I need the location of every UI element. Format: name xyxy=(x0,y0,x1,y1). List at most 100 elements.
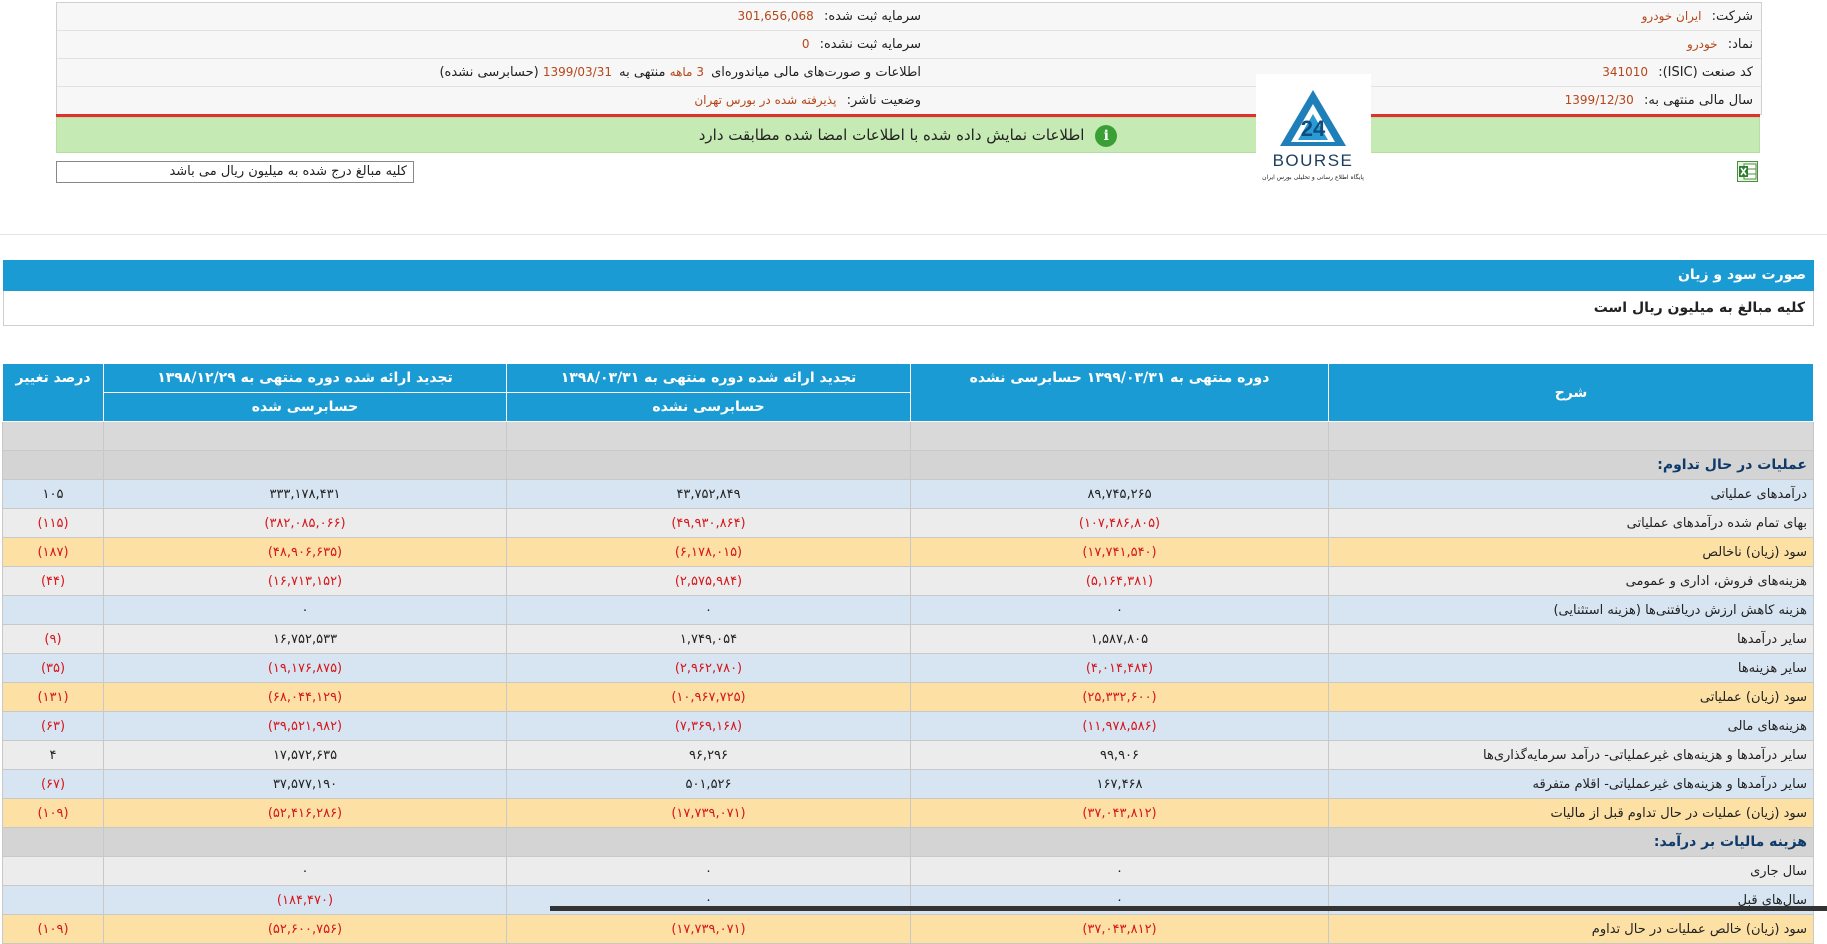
company-label: شرکت: xyxy=(1711,9,1753,24)
row-c3-value: ۰ xyxy=(103,595,507,625)
table-row: بهای تمام شده درآمدهای عملیاتی (۱۰۷,۴۸۶,۸… xyxy=(2,508,1814,538)
row-c3-value xyxy=(103,421,507,451)
verification-notice-text: اطلاعات نمایش داده شده با اطلاعات امضا ش… xyxy=(698,126,1085,144)
row-c1-value: ۹۹,۹۰۶ xyxy=(910,740,1329,770)
row-c2-value xyxy=(506,421,911,451)
unregistered-capital-value: 0 xyxy=(801,37,810,51)
row-c3-value: (۳۸۲,۰۸۵,۰۶۶) xyxy=(103,508,507,538)
table-row: سایر درآمدها ۱,۵۸۷,۸۰۵ ۱,۷۴۹,۰۵۴ ۱۶,۷۵۲,۵۳۳… xyxy=(2,624,1814,654)
report-date: 1399/03/31 xyxy=(542,65,612,79)
symbol-value: خودرو xyxy=(1687,37,1718,51)
info-row-company: شرکت: ایران خودرو سرمایه ثبت شده: 301,65… xyxy=(57,3,1761,31)
row-c3-value: ۱۷,۵۷۲,۶۳۵ xyxy=(103,740,507,770)
row-pct-value: (۱۸۷) xyxy=(2,537,104,567)
amounts-unit-note: کلیه مبالغ درج شده به میلیون ریال می باش… xyxy=(56,161,414,183)
report-status: (حسابرسی نشده) xyxy=(439,65,539,80)
table-row: سود (زیان) خالص عملیات در حال تداوم (۳۷,۰… xyxy=(2,914,1814,944)
row-description: هزینه مالیات بر درآمد: xyxy=(1328,827,1814,857)
info-row-isic: کد صنعت (ISIC): 341010 اطلاعات و صورت‌ها… xyxy=(57,59,1761,87)
bourse-logo: 24 BOURSE پایگاه اطلاع رسانی و تحلیلی بو… xyxy=(1256,74,1371,184)
row-c3-value: (۴۸,۹۰۶,۶۳۵) xyxy=(103,537,507,567)
bottom-border xyxy=(550,906,1827,911)
row-c1-value xyxy=(910,421,1329,451)
row-c1-value: ۰ xyxy=(910,856,1329,886)
row-c3-value: (۵۲,۴۱۶,۲۸۶) xyxy=(103,798,507,828)
row-c1-value: (۱۷,۷۴۱,۵۴۰) xyxy=(910,537,1329,567)
row-c1-value: (۴,۰۱۴,۴۸۴) xyxy=(910,653,1329,683)
logo-tagline: پایگاه اطلاع رسانی و تحلیلی بورس ایران xyxy=(1262,173,1364,181)
header-desc: شرح xyxy=(1328,363,1814,422)
verification-notice: i اطلاعات نمایش داده شده با اطلاعات امضا… xyxy=(56,117,1760,153)
row-c2-value xyxy=(506,827,911,857)
row-c3-value: ۳۷,۵۷۷,۱۹۰ xyxy=(103,769,507,799)
table-row: سایر درآمدها و هزینه‌های غیرعملیاتی- اقل… xyxy=(2,769,1814,799)
row-c1-value: (۳۷,۰۴۳,۸۱۲) xyxy=(910,798,1329,828)
row-c2-value: (۲,۹۶۲,۷۸۰) xyxy=(506,653,911,683)
row-c2-value: ۱,۷۴۹,۰۵۴ xyxy=(506,624,911,654)
info-row-symbol: نماد: خودرو سرمایه ثبت نشده: 0 xyxy=(57,31,1761,59)
header-col2-top: تجدید ارائه شده دوره منتهی به ۱۳۹۸/۰۳/۳۱ xyxy=(506,363,911,393)
row-c3-value: ۰ xyxy=(103,856,507,886)
row-c2-value: (۱۰,۹۶۷,۷۲۵) xyxy=(506,682,911,712)
row-description: سال جاری xyxy=(1328,856,1814,886)
table-row: سال جاری ۰ ۰ ۰ xyxy=(2,856,1814,886)
row-c2-value: ۴۳,۷۵۲,۸۴۹ xyxy=(506,479,911,509)
row-pct-value: (۱۱۵) xyxy=(2,508,104,538)
row-description: سود (زیان) خالص عملیات در حال تداوم xyxy=(1328,914,1814,944)
header-col3-bottom: حسابرسی شده xyxy=(103,392,507,422)
row-c3-value xyxy=(103,450,507,480)
row-c3-value: (۳۹,۵۲۱,۹۸۲) xyxy=(103,711,507,741)
row-description: درآمدهای عملیاتی xyxy=(1328,479,1814,509)
section-subtitle: کلیه مبالغ به میلیون ریال است xyxy=(1593,300,1805,316)
income-statement-table: شرح دوره منتهی به ۱۳۹۹/۰۳/۳۱ حسابرسی نشد… xyxy=(2,363,1814,944)
report-period: 3 ماهه xyxy=(669,65,704,79)
logo-mark: 24 xyxy=(1301,116,1326,141)
header-pct: درصد تغییر xyxy=(2,363,104,422)
table-row xyxy=(2,421,1814,451)
symbol-label: نماد: xyxy=(1727,37,1753,52)
header-col2-bottom: حسابرسی نشده xyxy=(506,392,911,422)
row-pct-value: (۹) xyxy=(2,624,104,654)
row-c1-value: ۱,۵۸۷,۸۰۵ xyxy=(910,624,1329,654)
isic-value: 341010 xyxy=(1602,65,1649,79)
row-c3-value: (۶۸,۰۴۴,۱۲۹) xyxy=(103,682,507,712)
row-description: هزینه‌های مالی xyxy=(1328,711,1814,741)
publisher-status-value: پذیرفته شده در بورس تهران xyxy=(694,93,837,107)
table-row: سایر درآمدها و هزینه‌های غیرعملیاتی- درآ… xyxy=(2,740,1814,770)
table-row: عملیات در حال تداوم: xyxy=(2,450,1814,480)
row-c3-value: ۱۶,۷۵۲,۵۳۳ xyxy=(103,624,507,654)
row-description: بهای تمام شده درآمدهای عملیاتی xyxy=(1328,508,1814,538)
table-row: سود (زیان) عملیات در حال تداوم قبل از ما… xyxy=(2,798,1814,828)
section-subtitle-box: کلیه مبالغ به میلیون ریال است xyxy=(3,291,1814,326)
fiscal-year-value: 1399/12/30 xyxy=(1564,93,1634,107)
row-c2-value: ۵۰۱,۵۲۶ xyxy=(506,769,911,799)
row-pct-value xyxy=(2,450,104,480)
row-description: هزینه کاهش ارزش دریافتنی‌ها (هزینه استثن… xyxy=(1328,595,1814,625)
row-description: سود (زیان) ناخالص xyxy=(1328,537,1814,567)
row-c3-value: (۱۶,۷۱۳,۱۵۲) xyxy=(103,566,507,596)
row-pct-value: (۱۳۱) xyxy=(2,682,104,712)
amounts-unit-note-text: کلیه مبالغ درج شده به میلیون ریال می باش… xyxy=(169,164,407,179)
row-pct-value: (۳۵) xyxy=(2,653,104,683)
row-c2-value: (۱۷,۷۳۹,۰۷۱) xyxy=(506,798,911,828)
excel-export-icon[interactable] xyxy=(1737,161,1758,182)
row-c1-value: (۱۰۷,۴۸۶,۸۰۵) xyxy=(910,508,1329,538)
table-row: هزینه کاهش ارزش دریافتنی‌ها (هزینه استثن… xyxy=(2,595,1814,625)
table-row: هزینه مالیات بر درآمد: xyxy=(2,827,1814,857)
info-row-fiscal-year: سال مالی منتهی به: 1399/12/30 وضعیت ناشر… xyxy=(57,87,1761,114)
section-separator xyxy=(0,234,1827,235)
registered-capital-value: 301,656,068 xyxy=(737,9,814,23)
row-pct-value xyxy=(2,595,104,625)
row-c2-value: (۷,۳۶۹,۱۶۸) xyxy=(506,711,911,741)
table-row: سود (زیان) ناخالص (۱۷,۷۴۱,۵۴۰) (۶,۱۷۸,۰۱۵)… xyxy=(2,537,1814,567)
row-description xyxy=(1328,421,1814,451)
table-body: عملیات در حال تداوم: درآمدهای عملیاتی ۸۹,۷… xyxy=(2,421,1814,944)
table-row: هزینه‌های فروش، اداری و عمومی (۵,۱۶۴,۳۸۱)… xyxy=(2,566,1814,596)
row-pct-value: ۴ xyxy=(2,740,104,770)
row-description: هزینه‌های فروش، اداری و عمومی xyxy=(1328,566,1814,596)
row-pct-value: (۶۳) xyxy=(2,711,104,741)
row-pct-value xyxy=(2,827,104,857)
row-description: عملیات در حال تداوم: xyxy=(1328,450,1814,480)
info-icon: i xyxy=(1095,124,1118,147)
row-c2-value: (۶,۱۷۸,۰۱۵) xyxy=(506,537,911,567)
